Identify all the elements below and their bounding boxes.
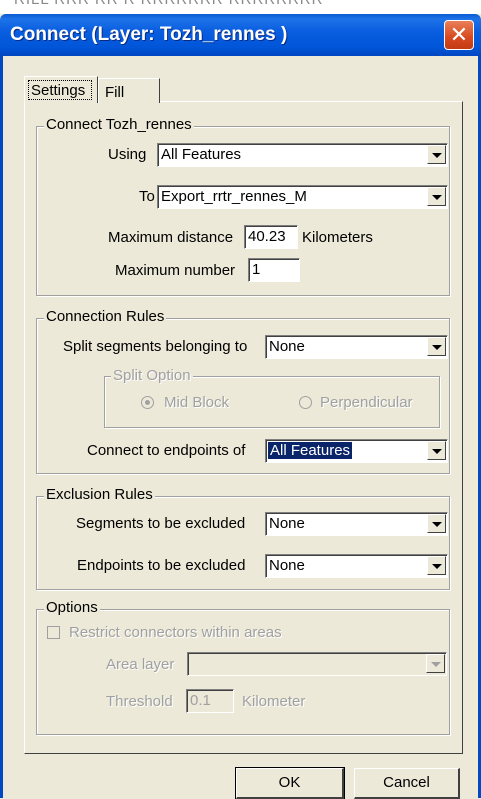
segments-excluded-label: Segments to be excluded [76, 515, 246, 532]
background-window-text: RILL RRR RR R RRRRRRR RRRRRRRR [14, 0, 323, 8]
tab-focus-rect [28, 80, 92, 100]
split-option-legend: Split Option [111, 367, 193, 384]
using-label: Using [108, 146, 147, 163]
options-legend: Options [44, 599, 100, 616]
max-number-label: Maximum number [115, 262, 236, 279]
max-distance-field[interactable]: 40.23 [244, 225, 298, 249]
area-layer-label: Area layer [106, 656, 175, 673]
chevron-down-icon[interactable] [427, 187, 446, 206]
to-label: To [139, 188, 155, 205]
split-value: None [269, 338, 305, 355]
chevron-down-icon[interactable] [427, 145, 446, 164]
connection-rules-legend: Connection Rules [44, 308, 167, 325]
title-bar[interactable]: Connect (Layer: Tozh_rennes ) ✕ [0, 14, 481, 56]
using-value: All Features [161, 146, 242, 163]
chevron-down-icon[interactable] [426, 654, 445, 673]
threshold-unit: Kilometer [242, 693, 306, 710]
using-dropdown[interactable]: All Features [157, 143, 448, 167]
to-dropdown[interactable]: Export_rrtr_rennes_M [157, 185, 448, 209]
threshold-field[interactable]: 0.1 [186, 689, 234, 713]
close-button[interactable]: ✕ [444, 20, 474, 50]
endpoints-excluded-value: None [269, 557, 305, 574]
endpoints-dropdown[interactable]: All Features [265, 439, 448, 463]
split-dropdown[interactable]: None [265, 335, 448, 359]
perpendicular-radio[interactable] [299, 396, 312, 409]
close-icon: ✕ [449, 22, 469, 47]
max-number-field[interactable]: 1 [248, 258, 300, 282]
area-layer-dropdown[interactable] [187, 652, 447, 676]
mid-block-label: Mid Block [164, 394, 230, 411]
segments-excluded-value: None [269, 515, 305, 532]
restrict-label: Restrict connectors within areas [69, 624, 282, 641]
ok-button[interactable]: OK [235, 767, 345, 799]
chevron-down-icon[interactable] [427, 556, 446, 575]
cancel-button[interactable]: Cancel [354, 768, 460, 799]
tab-fill[interactable]: Fill [98, 78, 160, 103]
endpoints-value: All Features [266, 441, 354, 460]
endpoints-label: Connect to endpoints of [87, 442, 246, 459]
connect-group-legend: Connect Tozh_rennes [44, 116, 194, 133]
tab-settings[interactable]: Settings [24, 76, 98, 103]
mid-block-radio[interactable] [141, 396, 154, 409]
threshold-label: Threshold [106, 693, 173, 710]
tab-fill-label: Fill [105, 84, 125, 101]
split-label: Split segments belonging to [63, 338, 248, 355]
max-distance-label: Maximum distance [108, 229, 234, 246]
max-distance-unit: Kilometers [302, 229, 373, 246]
endpoints-excluded-dropdown[interactable]: None [265, 554, 448, 578]
restrict-checkbox[interactable] [47, 626, 60, 639]
segments-excluded-dropdown[interactable]: None [265, 512, 448, 536]
chevron-down-icon[interactable] [427, 337, 446, 356]
background-window-strip: RILL RRR RR R RRRRRRR RRRRRRRR [0, 0, 481, 14]
chevron-down-icon[interactable] [427, 514, 446, 533]
chevron-down-icon[interactable] [427, 441, 446, 460]
perpendicular-label: Perpendicular [320, 394, 413, 411]
window-title: Connect (Layer: Tozh_rennes ) [10, 24, 288, 45]
to-value: Export_rrtr_rennes_M [161, 188, 307, 205]
exclusion-rules-legend: Exclusion Rules [44, 486, 155, 503]
endpoints-excluded-label: Endpoints to be excluded [77, 557, 246, 574]
